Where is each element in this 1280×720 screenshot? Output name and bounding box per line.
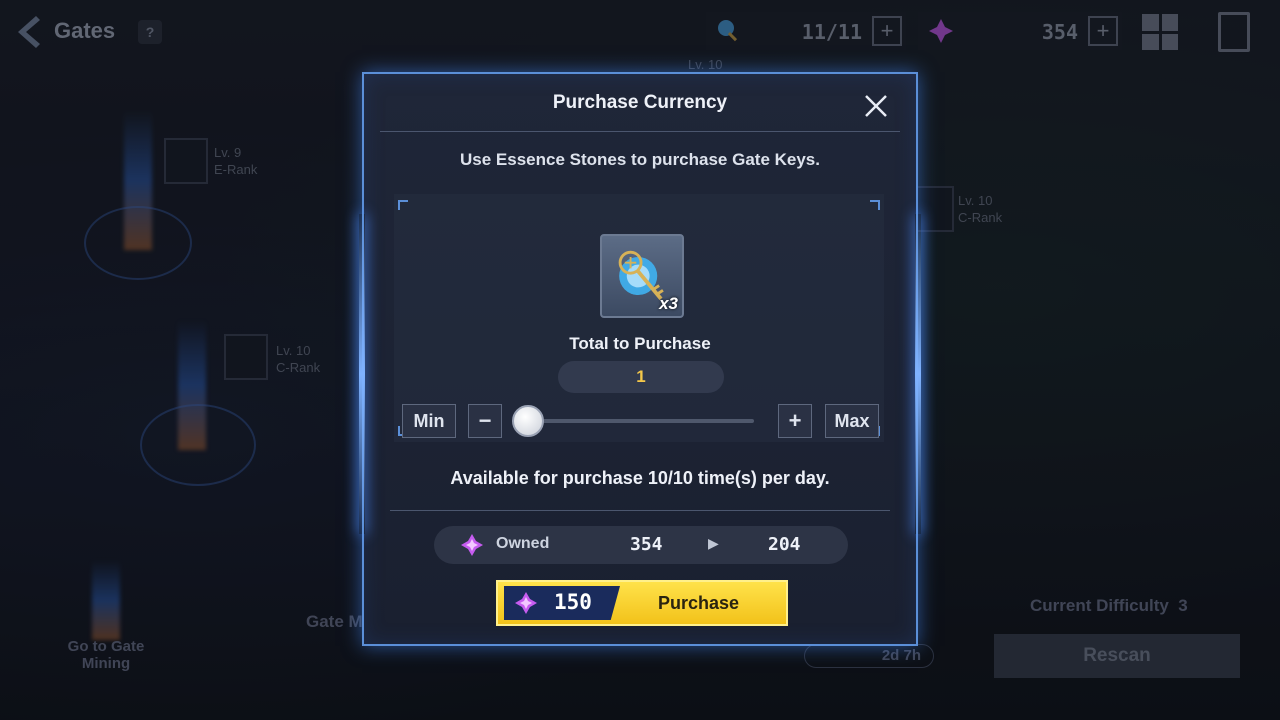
purchase-label: Purchase (658, 593, 740, 613)
corner-decoration (870, 200, 880, 210)
gate-key-item: x3 (600, 234, 684, 318)
arrow-right-icon: ▶ (708, 535, 719, 551)
max-button[interactable]: Max (825, 404, 879, 438)
item-quantity: x3 (659, 294, 678, 313)
purchase-limit-text: Available for purchase 10/10 time(s) per… (450, 468, 830, 488)
cost-box: 150 (504, 586, 620, 620)
total-to-purchase-label: Total to Purchase (569, 334, 711, 353)
close-icon[interactable] (862, 92, 890, 120)
purchase-cost: 150 (554, 590, 592, 614)
min-button[interactable]: Min (402, 404, 456, 438)
divider (390, 510, 890, 511)
increase-button[interactable]: + (778, 404, 812, 438)
corner-decoration (398, 200, 408, 210)
owned-current: 354 (630, 534, 663, 555)
dialog-subtitle: Use Essence Stones to purchase Gate Keys… (460, 150, 820, 169)
quantity-slider[interactable] (528, 419, 754, 423)
essence-stone-icon (461, 534, 483, 556)
owned-label: Owned (496, 535, 550, 552)
owned-balance: Owned 354 ▶ 204 (434, 526, 848, 564)
quantity-value: 1 (558, 361, 724, 393)
divider (380, 131, 900, 132)
dialog-title: Purchase Currency (552, 92, 728, 113)
purchase-currency-dialog: Purchase Currency Use Essence Stones to … (359, 72, 921, 646)
decrease-button[interactable]: − (468, 404, 502, 438)
essence-stone-icon (515, 592, 537, 614)
slider-handle[interactable] (512, 405, 544, 437)
purchase-button[interactable]: 150 Purchase (496, 580, 788, 626)
owned-after: 204 (768, 534, 801, 555)
